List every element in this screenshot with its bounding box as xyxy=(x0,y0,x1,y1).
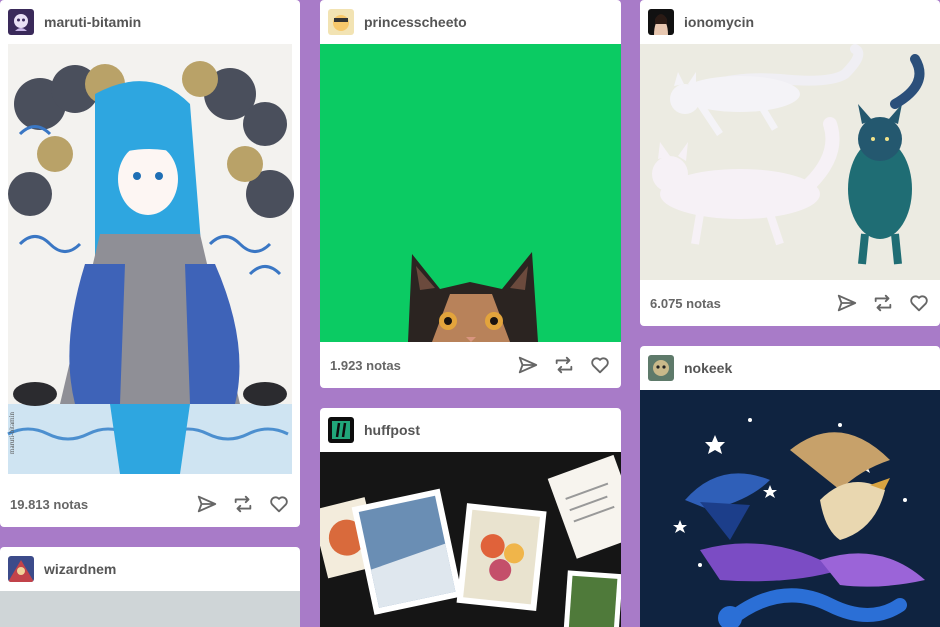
post-actions xyxy=(196,493,290,515)
like-icon[interactable] xyxy=(908,292,930,314)
post-footer: 19.813 notas xyxy=(0,481,300,527)
notes-count[interactable]: 6.075 notas xyxy=(650,296,721,311)
post-image[interactable]: maruti-bitamin xyxy=(0,44,300,481)
post-image[interactable] xyxy=(320,44,621,342)
post-header: maruti-bitamin xyxy=(0,0,300,44)
post-footer: 1.923 notas xyxy=(320,342,621,388)
post-header: nokeek xyxy=(640,346,940,390)
post-header: wizardnem xyxy=(0,547,300,591)
post-footer: 6.075 notas xyxy=(640,280,940,326)
post-header: princesscheeto xyxy=(320,0,621,44)
like-icon[interactable] xyxy=(268,493,290,515)
post-header: ionomycin xyxy=(640,0,940,44)
username[interactable]: wizardnem xyxy=(44,561,116,577)
reblog-icon[interactable] xyxy=(872,292,894,314)
post-header: huffpost xyxy=(320,408,621,452)
avatar[interactable] xyxy=(328,9,354,35)
reblog-icon[interactable] xyxy=(553,354,575,376)
reblog-icon[interactable] xyxy=(232,493,254,515)
post-actions xyxy=(517,354,611,376)
share-icon[interactable] xyxy=(196,493,218,515)
like-icon[interactable] xyxy=(589,354,611,376)
post-card-wizardnem: wizardnem xyxy=(0,547,300,627)
post-image[interactable] xyxy=(640,390,940,627)
avatar[interactable] xyxy=(328,417,354,443)
artist-signature: maruti-bitamin xyxy=(8,412,16,454)
avatar[interactable] xyxy=(648,355,674,381)
avatar[interactable] xyxy=(8,9,34,35)
username[interactable]: ionomycin xyxy=(684,14,754,30)
post-image[interactable] xyxy=(0,591,300,627)
username[interactable]: princesscheeto xyxy=(364,14,467,30)
post-actions xyxy=(836,292,930,314)
post-card-nokeek: nokeek xyxy=(640,346,940,627)
post-card-ionomycin: ionomycin 6.075 notas xyxy=(640,0,940,326)
avatar[interactable] xyxy=(648,9,674,35)
username[interactable]: huffpost xyxy=(364,422,420,438)
username[interactable]: maruti-bitamin xyxy=(44,14,141,30)
username[interactable]: nokeek xyxy=(684,360,732,376)
post-card-princesscheeto: princesscheeto 1.923 notas xyxy=(320,0,621,388)
notes-count[interactable]: 19.813 notas xyxy=(10,497,88,512)
avatar[interactable] xyxy=(8,556,34,582)
post-image[interactable] xyxy=(640,44,940,280)
share-icon[interactable] xyxy=(517,354,539,376)
post-card-huffpost: huffpost xyxy=(320,408,621,627)
share-icon[interactable] xyxy=(836,292,858,314)
notes-count[interactable]: 1.923 notas xyxy=(330,358,401,373)
post-card-maruti-bitamin: maruti-bitamin maruti-bitamin 19.813 not… xyxy=(0,0,300,527)
post-image[interactable] xyxy=(320,452,621,627)
